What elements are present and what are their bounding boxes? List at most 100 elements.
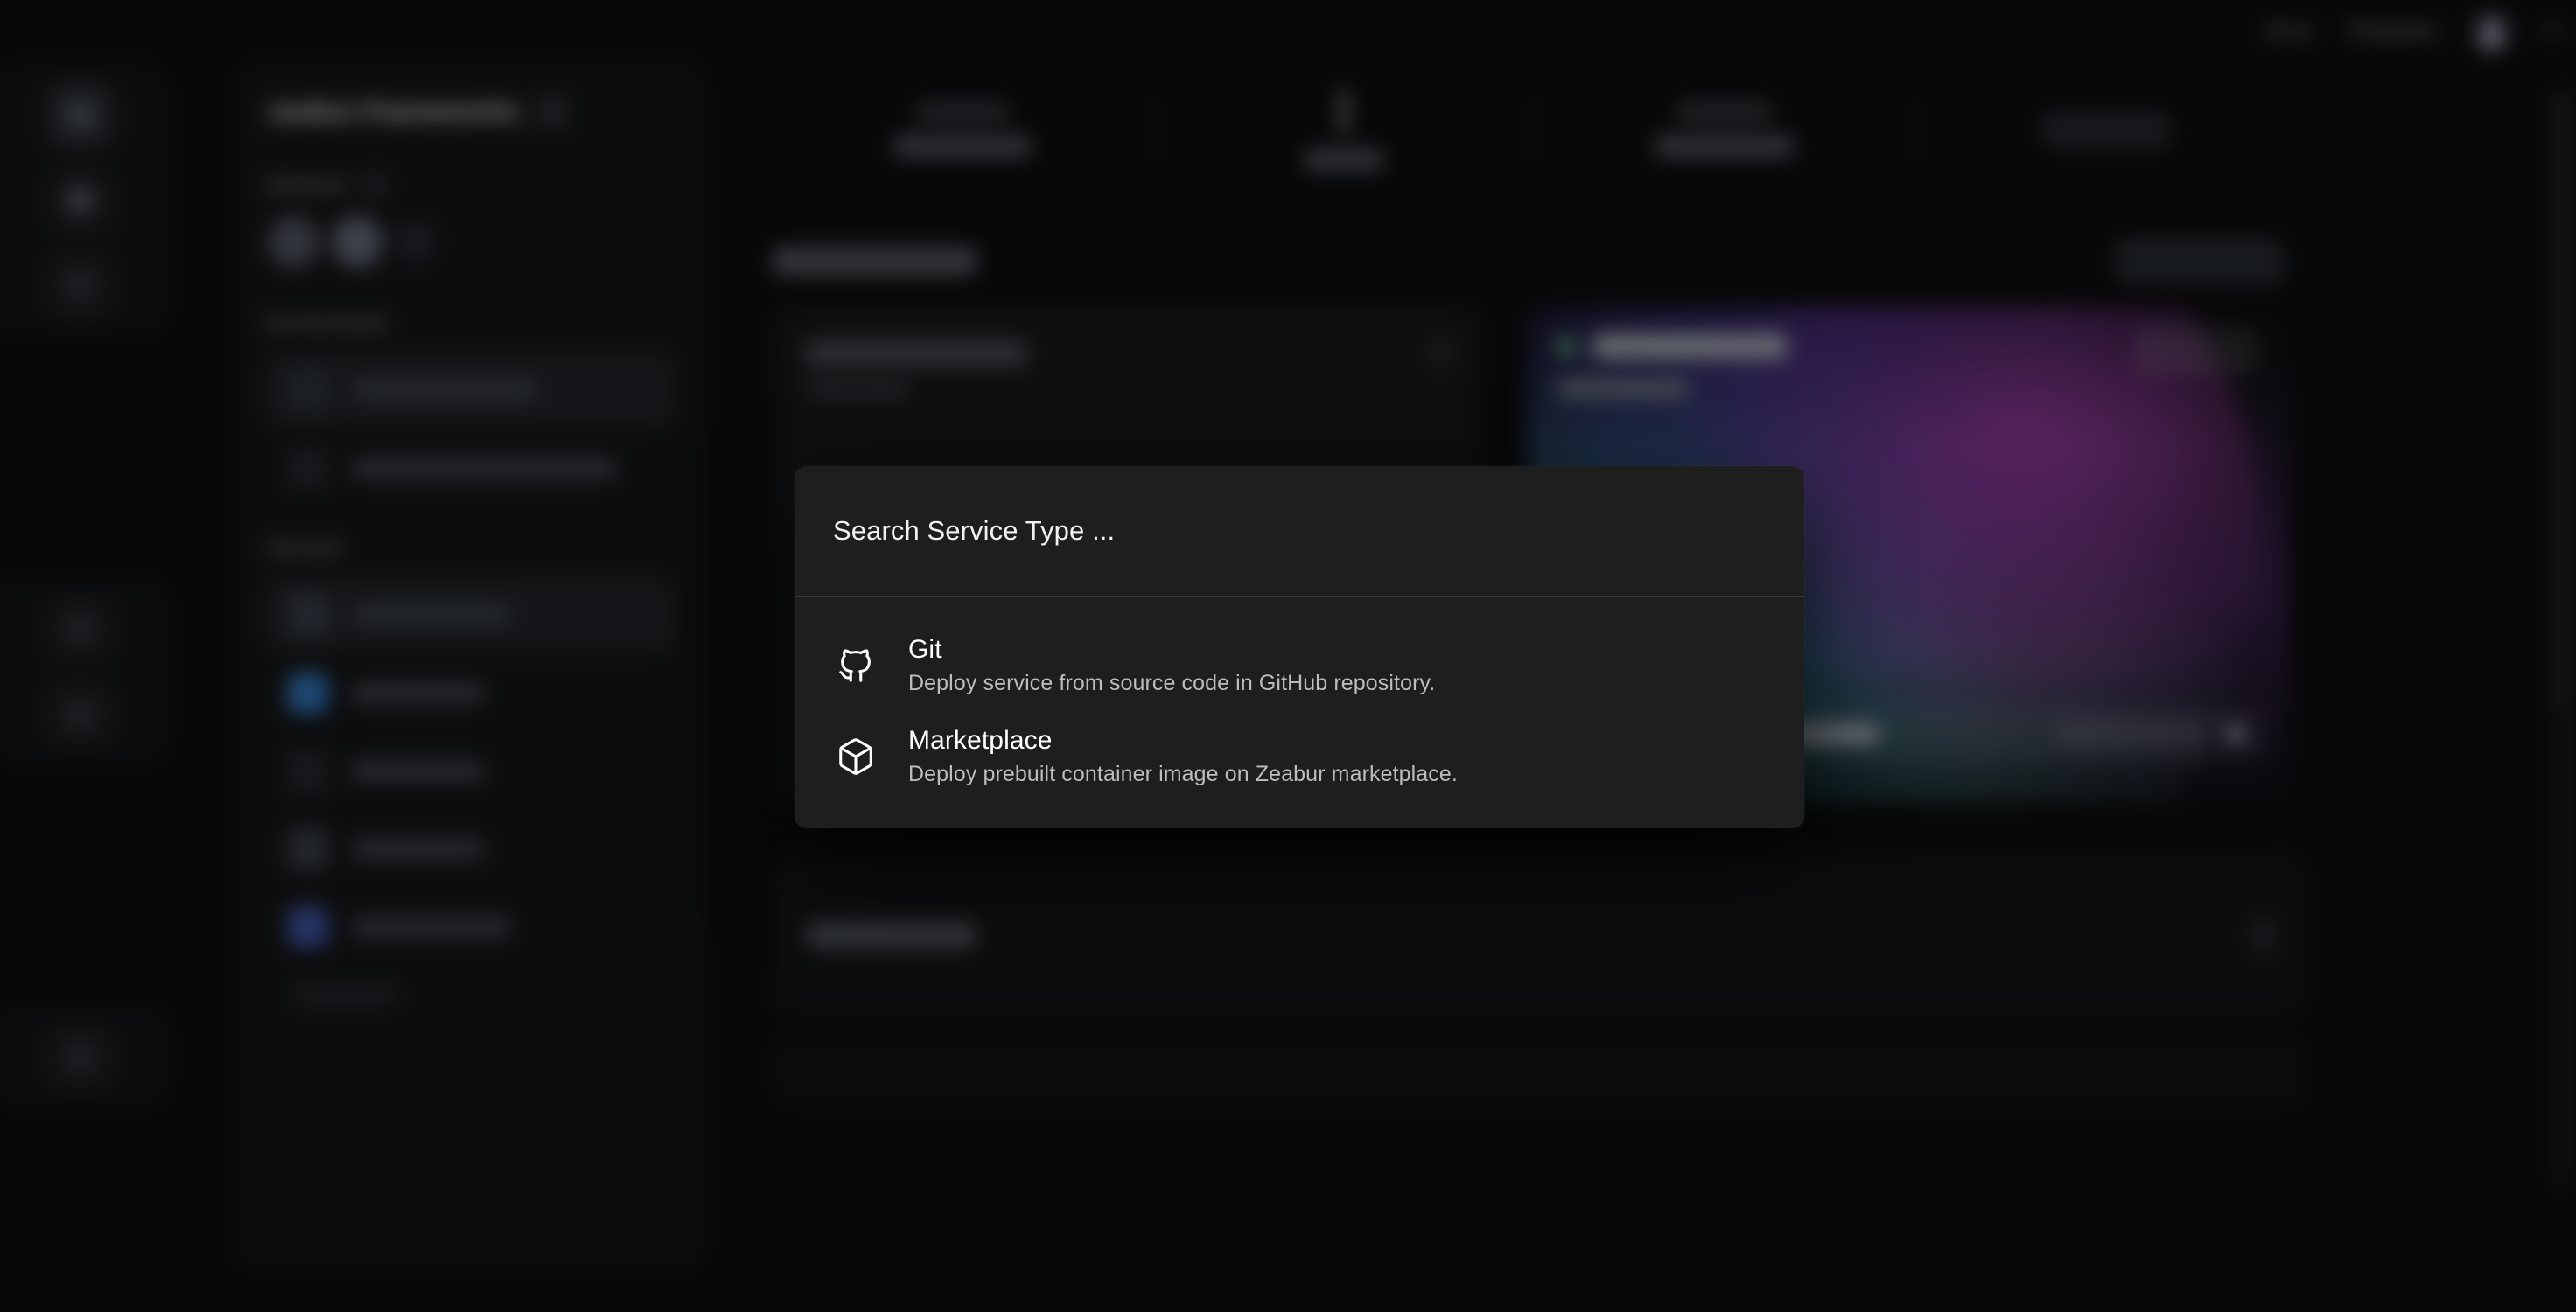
logs-button[interactable] [2134,326,2259,375]
rail-group-settings [0,1008,169,1106]
sidebar-item-postgresql[interactable] [268,659,671,728]
sidebar-item-label [351,917,511,937]
deployments-section-header [773,238,2314,284]
rail-analytics-button[interactable] [47,596,114,662]
section-title [773,247,976,276]
service-icon [287,828,328,869]
sidebar-item-minio[interactable] [268,814,671,883]
stat-running [1916,111,2296,150]
top-bar: Docs Templates [0,0,2576,71]
service-type-list: Git Deploy service from source code in G… [794,597,1804,828]
deployment-card-head [805,338,1449,369]
rail-item-button[interactable] [47,252,114,318]
grid-icon [66,271,94,299]
add-member-button[interactable] [395,222,435,262]
environment-icon [288,369,330,410]
github-icon [833,643,878,688]
search-input[interactable] [833,515,1766,547]
environments-label-row: Environments [268,311,671,334]
scrollbar-thumb[interactable] [2554,89,2569,709]
service-type-description: Deploy prebuilt container image on Zeabu… [908,761,1458,786]
stat-key [1676,102,1774,121]
sidebar-item-label [352,604,512,625]
projects-icon [66,186,94,213]
plus-icon [287,448,328,489]
left-icon-rail [0,66,169,1106]
add-variable-button[interactable] [2256,919,2271,950]
sidebar-item-nextjs[interactable] [268,578,672,650]
project-stats-bar [755,77,2314,183]
service-type-option-git[interactable]: Git Deploy service from source code in G… [794,620,1804,711]
project-title-row: zeabur-frameworks [268,95,671,127]
service-icon [287,673,328,714]
avatar[interactable] [268,216,319,268]
sidebar-item-label [351,683,485,703]
rail-group-secondary [0,579,169,763]
app-root: Docs Templates zeabur-frameworks Members… [0,0,2576,1312]
service-icon [287,906,328,947]
services-label-row: Services [268,536,671,559]
project-sidebar: zeabur-frameworks Members Environments S… [234,64,705,1267]
logo-icon [66,101,94,129]
rail-billing-button[interactable] [47,680,114,747]
members-label-row: Members [268,173,671,197]
service-type-description: Deploy service from source code in GitHu… [908,670,1436,695]
stat-value [1302,148,1385,171]
rail-settings-button[interactable] [47,1023,114,1090]
billing-icon [66,700,94,727]
domain-card-head [1557,333,1788,359]
service-type-text: Marketplace Deploy prebuilt container im… [908,727,1458,786]
stat-key [914,102,1012,121]
service-type-title: Git [908,635,942,664]
rail-spacer [0,364,169,550]
redeploy-button[interactable] [2115,238,2284,284]
rail-projects-button[interactable] [47,167,114,234]
members-avatars [268,216,671,268]
variables-strip [773,1036,2305,1106]
rail-group-primary [0,66,169,334]
nav-link-docs[interactable]: Docs [2266,19,2312,42]
stat-value [891,134,1033,158]
add-service-button[interactable] [292,986,399,1002]
stat-value [1654,134,1796,158]
status-badge [2039,111,2173,150]
domain-tag-badge [2056,719,2208,749]
deployment-branch [805,340,1027,366]
status-bar-icon [1339,89,1348,134]
sidebar-item-mongodb[interactable] [268,892,671,961]
environments-label: Environments [268,311,388,334]
search-row [794,466,1804,596]
edit-icon[interactable] [537,96,568,127]
nav-link-templates[interactable]: Templates [2347,19,2437,42]
more-options-icon[interactable] [1433,338,1449,369]
service-type-text: Git Deploy service from source code in G… [908,636,1435,695]
service-icon [287,750,328,792]
sidebar-item-production[interactable] [268,353,672,425]
service-type-title: Marketplace [908,726,1053,755]
rail-logo-button[interactable] [47,82,114,149]
stat-created-at [1535,102,1914,158]
sidebar-item-add-environment[interactable] [268,434,671,503]
service-type-dialog: Git Deploy service from source code in G… [794,466,1804,828]
scrollbar[interactable] [2554,89,2569,1188]
gear-icon [66,1043,94,1071]
sidebar-item-redis[interactable] [268,736,671,806]
sidebar-item-label [352,380,538,400]
status-dot-icon [1557,337,1575,355]
service-type-option-marketplace[interactable]: Marketplace Deploy prebuilt container im… [794,711,1804,802]
stat-status [1154,89,1534,171]
chevron-down-icon[interactable] [2543,18,2561,37]
services-label: Services [268,536,343,559]
avatar[interactable] [2473,12,2510,50]
avatar[interactable] [332,216,383,268]
members-label: Members [268,173,349,196]
info-icon[interactable] [363,173,387,197]
sidebar-item-label [351,839,485,859]
close-icon[interactable] [2226,724,2244,743]
sidebar-item-label [351,761,485,781]
deployment-time [805,380,912,399]
rail-spacer-2 [0,792,169,979]
top-bar-right: Docs Templates [2266,0,2561,70]
box-icon [833,734,878,779]
